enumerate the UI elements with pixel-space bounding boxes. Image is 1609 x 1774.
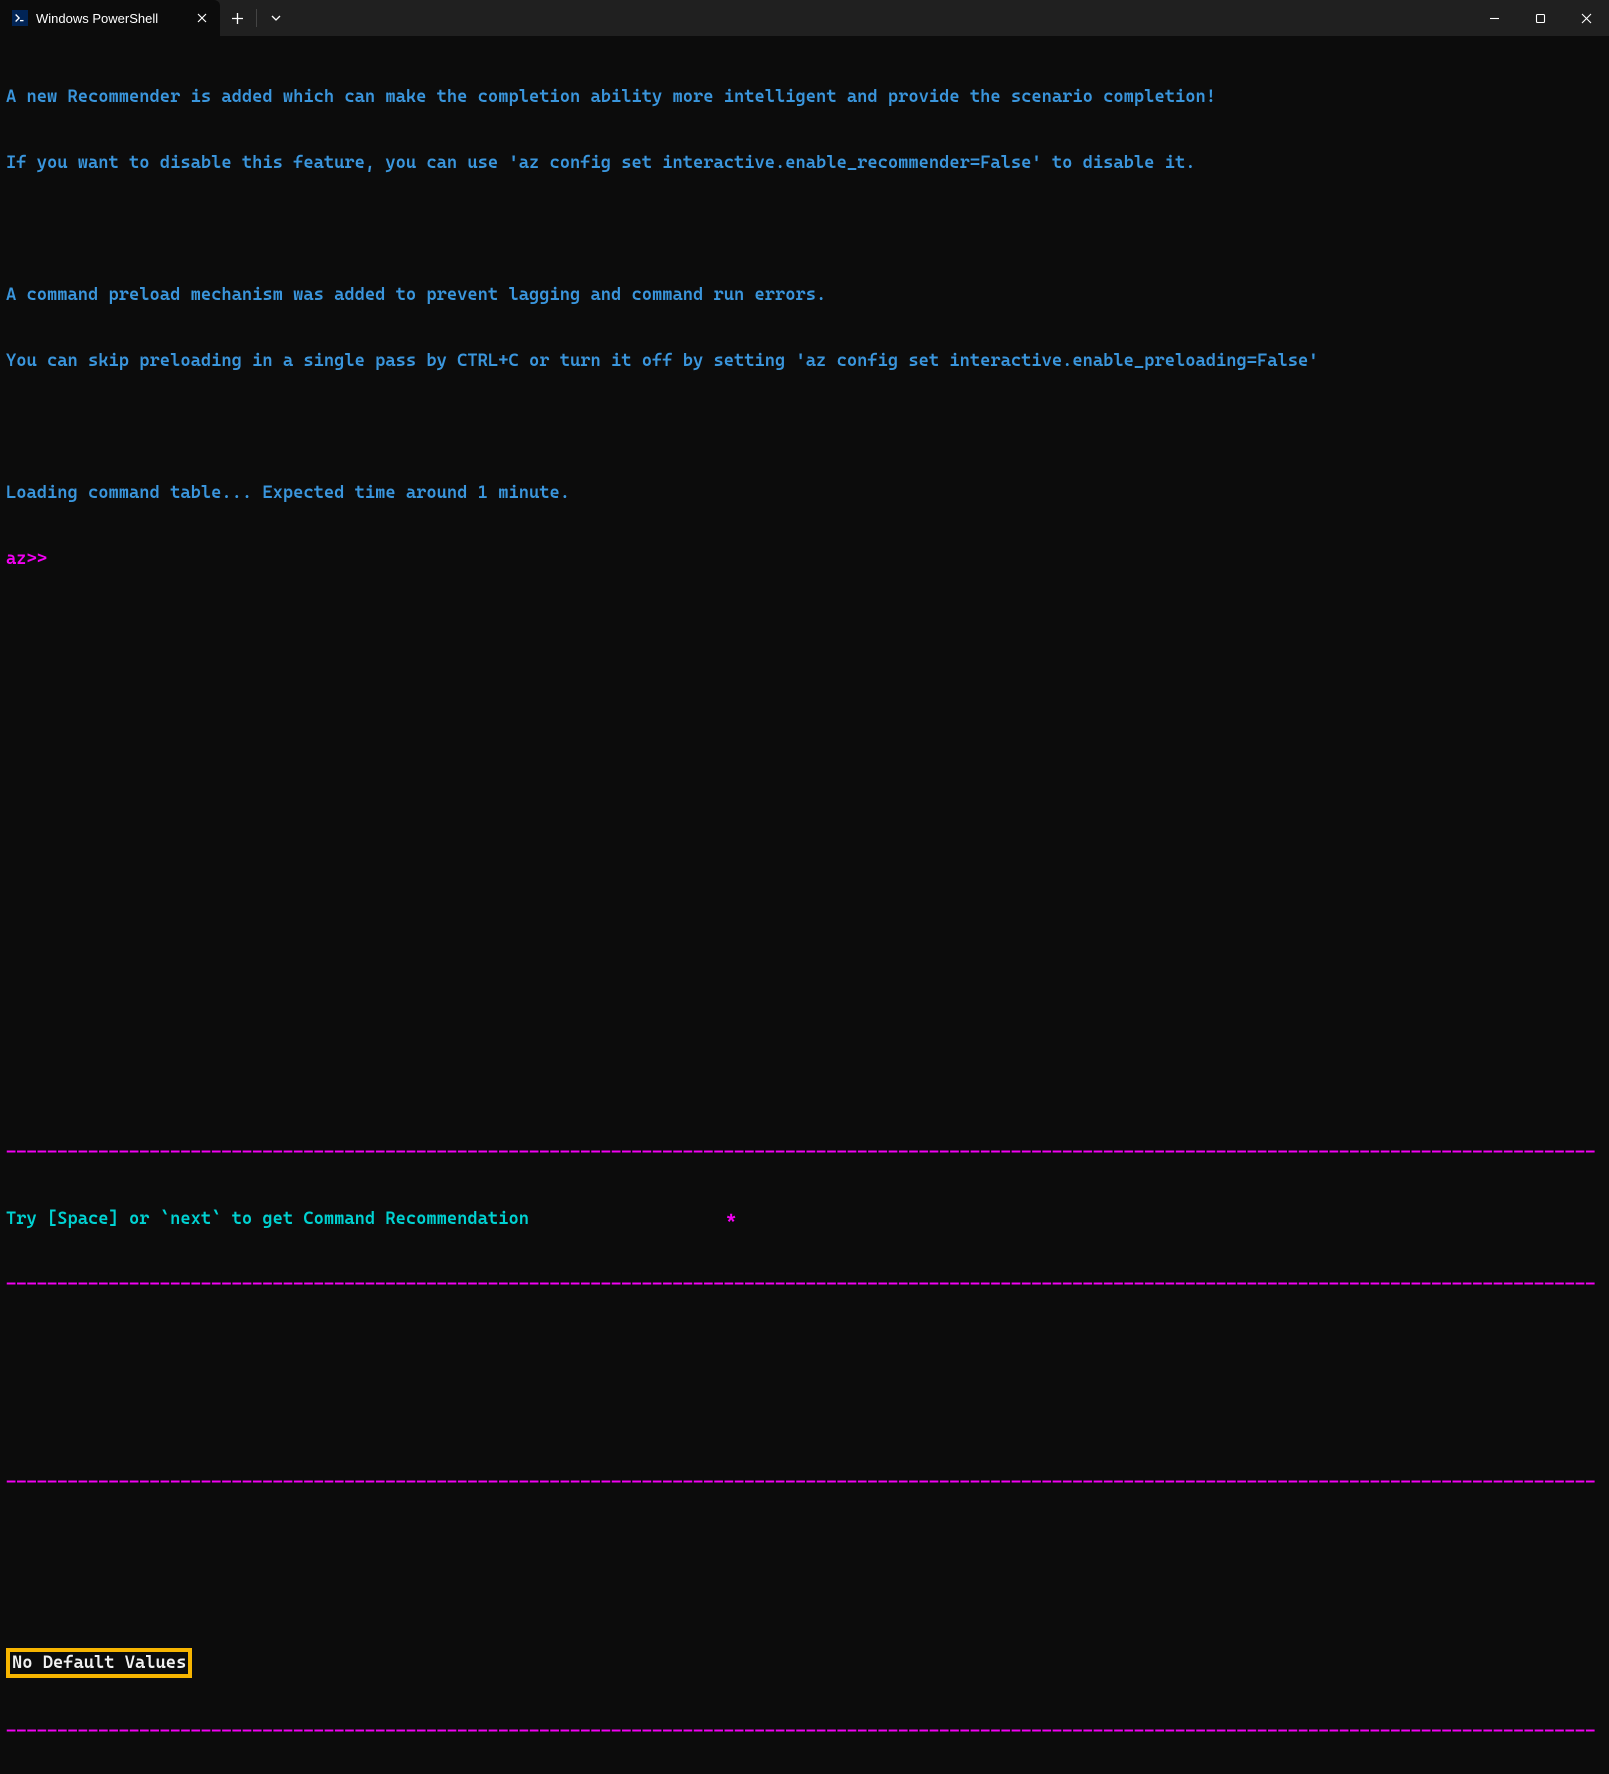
close-window-button[interactable] [1563, 0, 1609, 36]
prompt: az>> [6, 548, 1603, 570]
tab-title: Windows PowerShell [36, 11, 158, 26]
separator: ----------------------------------------… [6, 1274, 1596, 1296]
blank-line [6, 1538, 1603, 1560]
blank-line [6, 1076, 1603, 1098]
blank-line [6, 1406, 1603, 1428]
output-line: You can skip preloading in a single pass… [6, 350, 1603, 372]
blank-line [6, 812, 1603, 834]
window-controls [1471, 0, 1609, 36]
blank-line [6, 416, 1603, 438]
blank-line [6, 1340, 1603, 1362]
separator: ----------------------------------------… [6, 1472, 1596, 1494]
blank-line [6, 614, 1603, 636]
titlebar: Windows PowerShell [0, 0, 1609, 36]
output-line: A new Recommender is added which can mak… [6, 86, 1603, 108]
output-line: If you want to disable this feature, you… [6, 152, 1603, 174]
recommendation-line: Try [Space] or `next` to get Command Rec… [6, 1208, 1603, 1230]
blank-line [6, 1010, 1603, 1032]
separator: ----------------------------------------… [6, 1142, 1596, 1164]
tab-actions [220, 0, 293, 36]
maximize-button[interactable] [1517, 0, 1563, 36]
minimize-button[interactable] [1471, 0, 1517, 36]
blank-line [6, 878, 1603, 900]
new-tab-button[interactable] [220, 0, 254, 36]
blank-line [6, 218, 1603, 240]
blank-line [6, 1604, 1603, 1626]
tab-dropdown-button[interactable] [259, 0, 293, 36]
powershell-icon [12, 10, 28, 26]
blank-line [6, 746, 1603, 768]
no-defaults-highlight: No Default Values [6, 1648, 192, 1678]
tab-close-button[interactable] [194, 10, 210, 26]
powershell-tab[interactable]: Windows PowerShell [0, 0, 220, 36]
asterisk-icon: * [726, 1208, 736, 1230]
separator: ----------------------------------------… [6, 1721, 1596, 1743]
terminal-output[interactable]: A new Recommender is added which can mak… [0, 36, 1609, 1774]
output-line: Loading command table... Expected time a… [6, 482, 1603, 504]
output-line: A command preload mechanism was added to… [6, 284, 1603, 306]
divider [256, 9, 257, 27]
blank-line [6, 944, 1603, 966]
blank-line [6, 680, 1603, 702]
